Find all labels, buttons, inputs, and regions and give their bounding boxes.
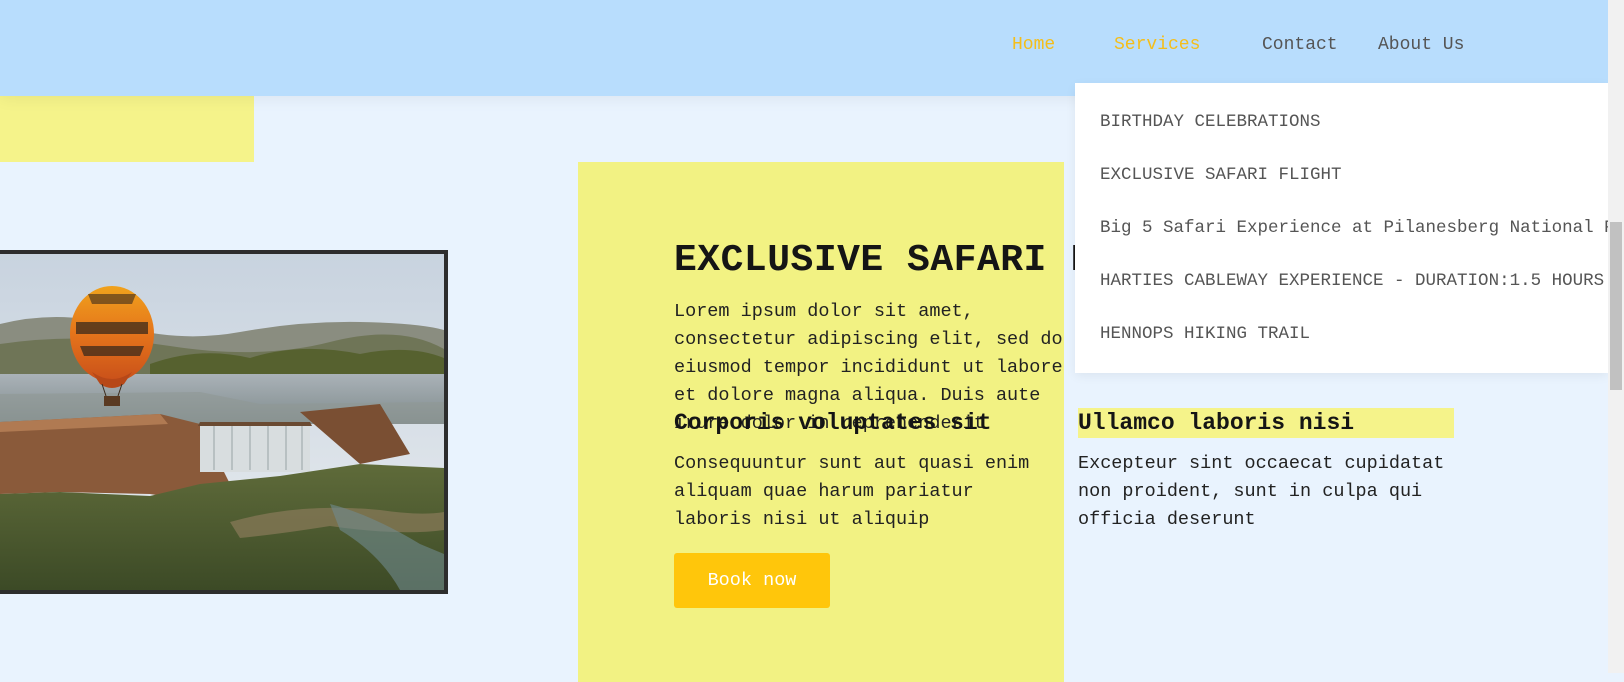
feature-text-1: Consequuntur sunt aut quasi enim aliquam… — [674, 453, 1030, 530]
nav-about-link[interactable]: About Us — [1378, 34, 1464, 56]
services-dropdown-menu: BIRTHDAY CELEBRATIONS EXCLUSIVE SAFARI F… — [1075, 83, 1608, 373]
dropdown-item-big-5-safari[interactable]: Big 5 Safari Experience at Pilanesberg N… — [1100, 217, 1608, 239]
dropdown-item-exclusive-safari-flight[interactable]: EXCLUSIVE SAFARI FLIGHT — [1100, 164, 1342, 186]
nav-home-link[interactable]: Home — [1012, 34, 1055, 56]
nav-services-link[interactable]: Services — [1114, 34, 1200, 56]
site-header: Home Services Contact About Us — [0, 0, 1608, 96]
nav-contact-link[interactable]: Contact — [1262, 34, 1338, 56]
feature-title-1: Corporis voluptates sit — [674, 410, 992, 436]
feature-title-2: Ullamco laboris nisi — [1078, 408, 1454, 438]
vertical-scrollbar[interactable] — [1608, 0, 1624, 673]
book-now-button[interactable]: Book now — [674, 553, 830, 608]
scrollbar-thumb[interactable] — [1610, 222, 1622, 390]
balloon-over-dam-image — [0, 254, 444, 590]
dropdown-item-hennops-hiking-trail[interactable]: HENNOPS HIKING TRAIL — [1100, 323, 1310, 345]
dropdown-item-birthday-celebrations[interactable]: BIRTHDAY CELEBRATIONS — [1100, 111, 1321, 133]
decorative-yellow-strip — [0, 96, 254, 162]
balloon-photo — [0, 250, 448, 594]
dropdown-item-harties-cableway[interactable]: HARTIES CABLEWAY EXPERIENCE - DURATION:1… — [1100, 270, 1604, 292]
feature-text-2: Excepteur sint occaecat cupidatat non pr… — [1078, 453, 1445, 530]
